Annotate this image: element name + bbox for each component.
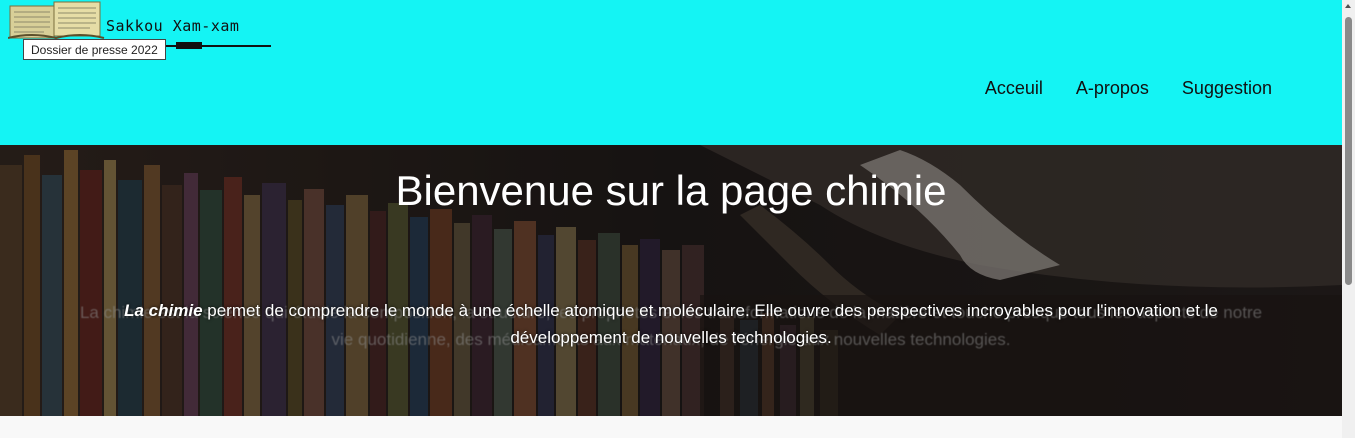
hero-description: La chimie permet de comprendre le monde … [96,297,1246,351]
page: Sakkou Xam-xam Dossier de presse 2022 Ac… [0,0,1342,438]
hero-emphasis: La chimie [124,301,203,320]
nav-link-acceuil[interactable]: Acceuil [985,77,1043,99]
nav-link-suggestion[interactable]: Suggestion [1182,77,1272,99]
chevron-up-icon[interactable] [1345,4,1351,8]
site-header: Sakkou Xam-xam Dossier de presse 2022 Ac… [0,0,1342,145]
main-nav: Acceuil A-propos Suggestion [952,77,1272,99]
hero-section: Bienvenue sur la page chimie La chimie e… [0,145,1342,416]
logo-bar [176,42,202,49]
logo-tooltip: Dossier de presse 2022 [23,39,166,60]
logo-text: Sakkou Xam-xam [106,17,240,35]
scrollbar-thumb[interactable] [1345,17,1352,285]
hero-text-body: permet de comprendre le monde à une éche… [202,301,1218,347]
books-icon [8,1,105,40]
nav-link-a-propos[interactable]: A-propos [1076,77,1149,99]
logo-underline [153,45,271,47]
page-scrollbar[interactable] [1342,0,1355,438]
hero-title: Bienvenue sur la page chimie [395,167,947,214]
